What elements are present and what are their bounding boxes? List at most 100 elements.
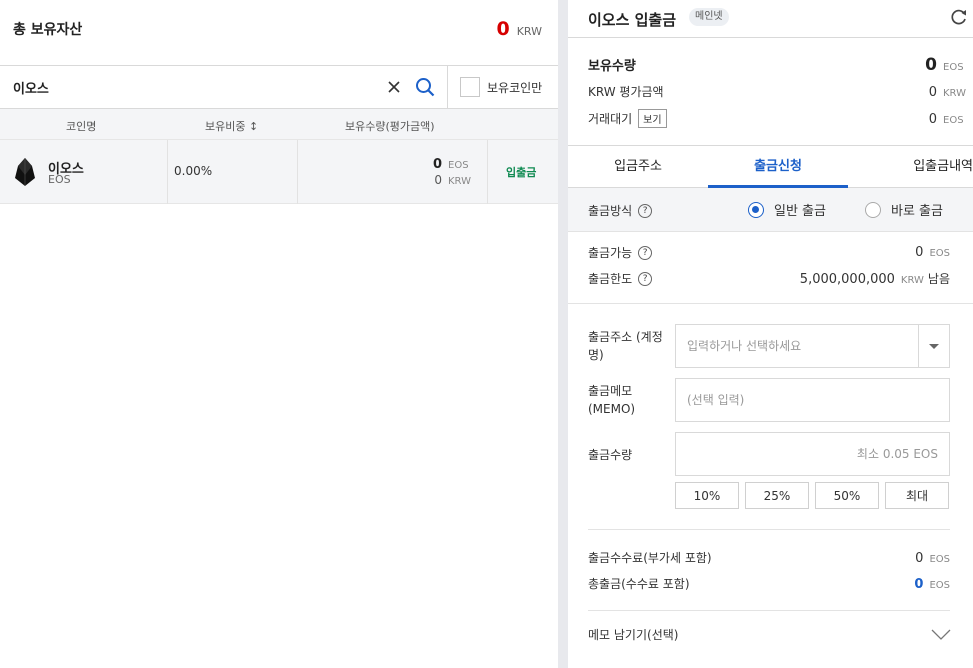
- row-divider: [167, 140, 168, 204]
- radio-unchecked-icon[interactable]: [865, 201, 881, 218]
- chevron-down-icon[interactable]: [931, 629, 951, 641]
- panel-gutter: [558, 0, 568, 668]
- row-divider: [297, 140, 298, 204]
- clear-icon[interactable]: [384, 77, 404, 97]
- coin-search-input[interactable]: [13, 76, 373, 98]
- total-withdraw-value: 0: [914, 577, 924, 592]
- radio-normal-withdraw[interactable]: 일반 출금: [748, 200, 826, 219]
- refresh-icon[interactable]: [949, 7, 969, 27]
- limit-row: 출금한도? 5,000,000,000 KRW 남음: [588, 270, 950, 287]
- krw-eval-unit: KRW: [943, 88, 966, 99]
- krw-eval-label: KRW 평가금액: [588, 85, 664, 99]
- pending-view-button[interactable]: 보기: [638, 109, 667, 128]
- total-withdraw-unit: EOS: [929, 580, 950, 591]
- held-qty-unit: EOS: [943, 62, 964, 73]
- asset-table-header: 코인명 보유비중 ↕ 보유수량(평가금액): [0, 109, 558, 140]
- coin-qty-value: 0: [432, 157, 442, 172]
- network-badge: 메인넷: [689, 8, 729, 26]
- fee-row: 출금수수료(부가세 포함) 0 EOS: [588, 549, 950, 566]
- address-dropdown-button[interactable]: [918, 325, 949, 367]
- withdraw-limits: 출금가능? 0 EOS 출금한도? 5,000,000,000 KRW 남음: [568, 232, 973, 304]
- radio-checked-icon[interactable]: [748, 201, 764, 218]
- table-row[interactable]: 이오스 EOS 0.00% 0 EOS 0 KRW 입출금: [0, 140, 558, 204]
- coin-holding-amount: 0 EOS 0 KRW: [433, 157, 472, 189]
- coin-qty-unit: EOS: [448, 160, 469, 171]
- row-divider: [487, 140, 488, 204]
- search-divider: [447, 66, 448, 108]
- fee-label: 출금수수료(부가세 포함): [588, 551, 712, 565]
- max-button[interactable]: 최대: [885, 482, 949, 509]
- total-assets-bar: 총 보유자산 0 KRW: [0, 0, 558, 66]
- deposit-withdraw-link[interactable]: 입출금: [506, 164, 536, 180]
- total-withdraw-label: 총출금(수수료 포함): [588, 577, 690, 591]
- withdraw-memo-label: 출금메모 (MEMO): [588, 384, 636, 416]
- holding-only-label: 보유코인만: [487, 80, 543, 95]
- limit-unit: KRW: [900, 275, 924, 286]
- help-icon[interactable]: ?: [638, 271, 653, 286]
- eos-logo-icon: [15, 158, 35, 186]
- pending-value: 0: [928, 112, 937, 127]
- percent-buttons: 10% 25% 50% 최대: [675, 482, 949, 509]
- krw-eval-value: 0: [928, 85, 937, 100]
- col-coin-name[interactable]: 코인명: [66, 118, 96, 134]
- percent-50-button[interactable]: 50%: [815, 482, 879, 509]
- divider: [588, 610, 950, 611]
- app-root: 총 보유자산 0 KRW 보유코인만 코인명 보유비중 ↕: [0, 0, 973, 668]
- asset-panel: 총 보유자산 0 KRW 보유코인만 코인명 보유비중 ↕: [0, 0, 558, 668]
- held-qty-row: 보유수량 0 EOS: [588, 55, 967, 75]
- limit-label: 출금한도: [588, 272, 633, 286]
- withdraw-amount-label: 출금수량: [588, 448, 633, 462]
- total-assets-title: 총 보유자산: [13, 22, 83, 38]
- radio-instant-withdraw[interactable]: 바로 출금: [865, 200, 943, 219]
- balance-summary: 보유수량 0 EOS KRW 평가금액 0 KRW 거래대기 보기 0 EOS: [568, 38, 973, 146]
- holding-only-checkbox[interactable]: [460, 77, 480, 97]
- col-holding-qty: 보유수량(평가금액): [345, 120, 435, 133]
- deposit-withdraw-panel: 이오스 입출금 메인넷 보유수량 0 EOS KRW 평가금액 0 KRW 거래대기…: [568, 0, 973, 668]
- withdraw-memo-input[interactable]: [676, 379, 949, 421]
- holding-only-toggle[interactable]: 보유코인만: [460, 77, 542, 97]
- percent-25-button[interactable]: 25%: [745, 482, 809, 509]
- radio-normal-label: 일반 출금: [774, 204, 826, 219]
- coin-eval-value: 0: [434, 173, 442, 187]
- total-withdraw-row: 총출금(수수료 포함) 0 EOS: [588, 575, 950, 592]
- withdraw-address-label: 출금주소 (계정명): [588, 330, 663, 362]
- total-assets-amount: 0: [496, 18, 510, 40]
- fee-value: 0: [915, 551, 924, 566]
- memo-toggle[interactable]: 메모 남기기(선택): [588, 626, 951, 643]
- panel-header: 이오스 입출금 메인넷: [568, 0, 973, 38]
- withdraw-address-field[interactable]: [675, 324, 950, 368]
- radio-instant-label: 바로 출금: [891, 204, 943, 219]
- coin-symbol: EOS: [48, 173, 71, 186]
- percent-10-button[interactable]: 10%: [675, 482, 739, 509]
- coin-search-row: 보유코인만: [0, 66, 558, 109]
- withdraw-memo-field[interactable]: [675, 378, 950, 422]
- total-assets-unit: KRW: [516, 25, 542, 38]
- limit-value: 5,000,000,000: [799, 272, 895, 287]
- coin-holding-ratio: 0.00%: [174, 164, 213, 178]
- fee-unit: EOS: [929, 554, 950, 565]
- held-qty-value: 0: [925, 55, 937, 75]
- withdraw-method-label: 출금방식: [588, 204, 633, 218]
- tab-withdraw-request[interactable]: 출금신청: [708, 146, 848, 188]
- available-label: 출금가능: [588, 246, 633, 260]
- withdraw-amount-field[interactable]: [675, 432, 950, 476]
- col-holding-ratio[interactable]: 보유비중 ↕: [205, 118, 258, 134]
- panel-title: 이오스 입출금: [588, 11, 677, 29]
- withdraw-amount-input[interactable]: [676, 433, 949, 475]
- total-assets-value: 0 KRW: [496, 18, 542, 40]
- tab-deposit-address[interactable]: 입금주소: [568, 146, 708, 188]
- krw-eval-row: KRW 평가금액 0 KRW: [588, 83, 967, 100]
- memo-toggle-label: 메모 남기기(선택): [588, 628, 679, 642]
- coin-eval-unit: KRW: [448, 176, 471, 187]
- available-value: 0: [915, 245, 924, 260]
- divider: [588, 529, 950, 530]
- search-icon[interactable]: [414, 76, 436, 98]
- tab-history[interactable]: 입출금내역: [848, 146, 973, 188]
- withdraw-method-row: 출금방식 ? 일반 출금 바로 출금: [568, 188, 973, 232]
- pending-unit: EOS: [943, 115, 964, 126]
- help-icon[interactable]: ?: [638, 245, 653, 260]
- available-unit: EOS: [929, 248, 950, 259]
- help-icon[interactable]: ?: [638, 203, 653, 218]
- withdraw-address-input[interactable]: [676, 325, 919, 367]
- held-qty-label: 보유수량: [588, 59, 636, 74]
